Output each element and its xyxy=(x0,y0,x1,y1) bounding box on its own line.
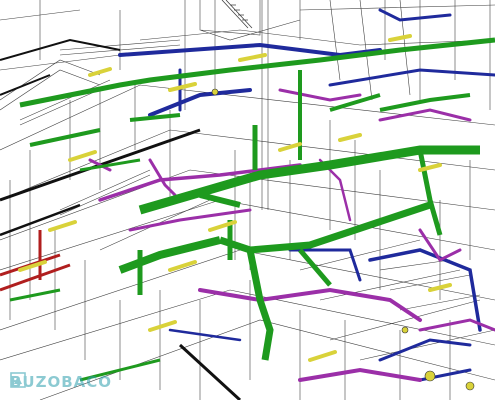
red-pipes xyxy=(0,230,71,292)
watermark: BUZOBACO xyxy=(10,372,112,392)
logo-icon xyxy=(10,372,26,388)
equipment-circles xyxy=(211,88,475,391)
bim-model-viewport: BUZOBACO xyxy=(0,0,495,400)
mep-3d-model-drawing xyxy=(0,0,495,400)
purple-pipes xyxy=(88,88,495,382)
